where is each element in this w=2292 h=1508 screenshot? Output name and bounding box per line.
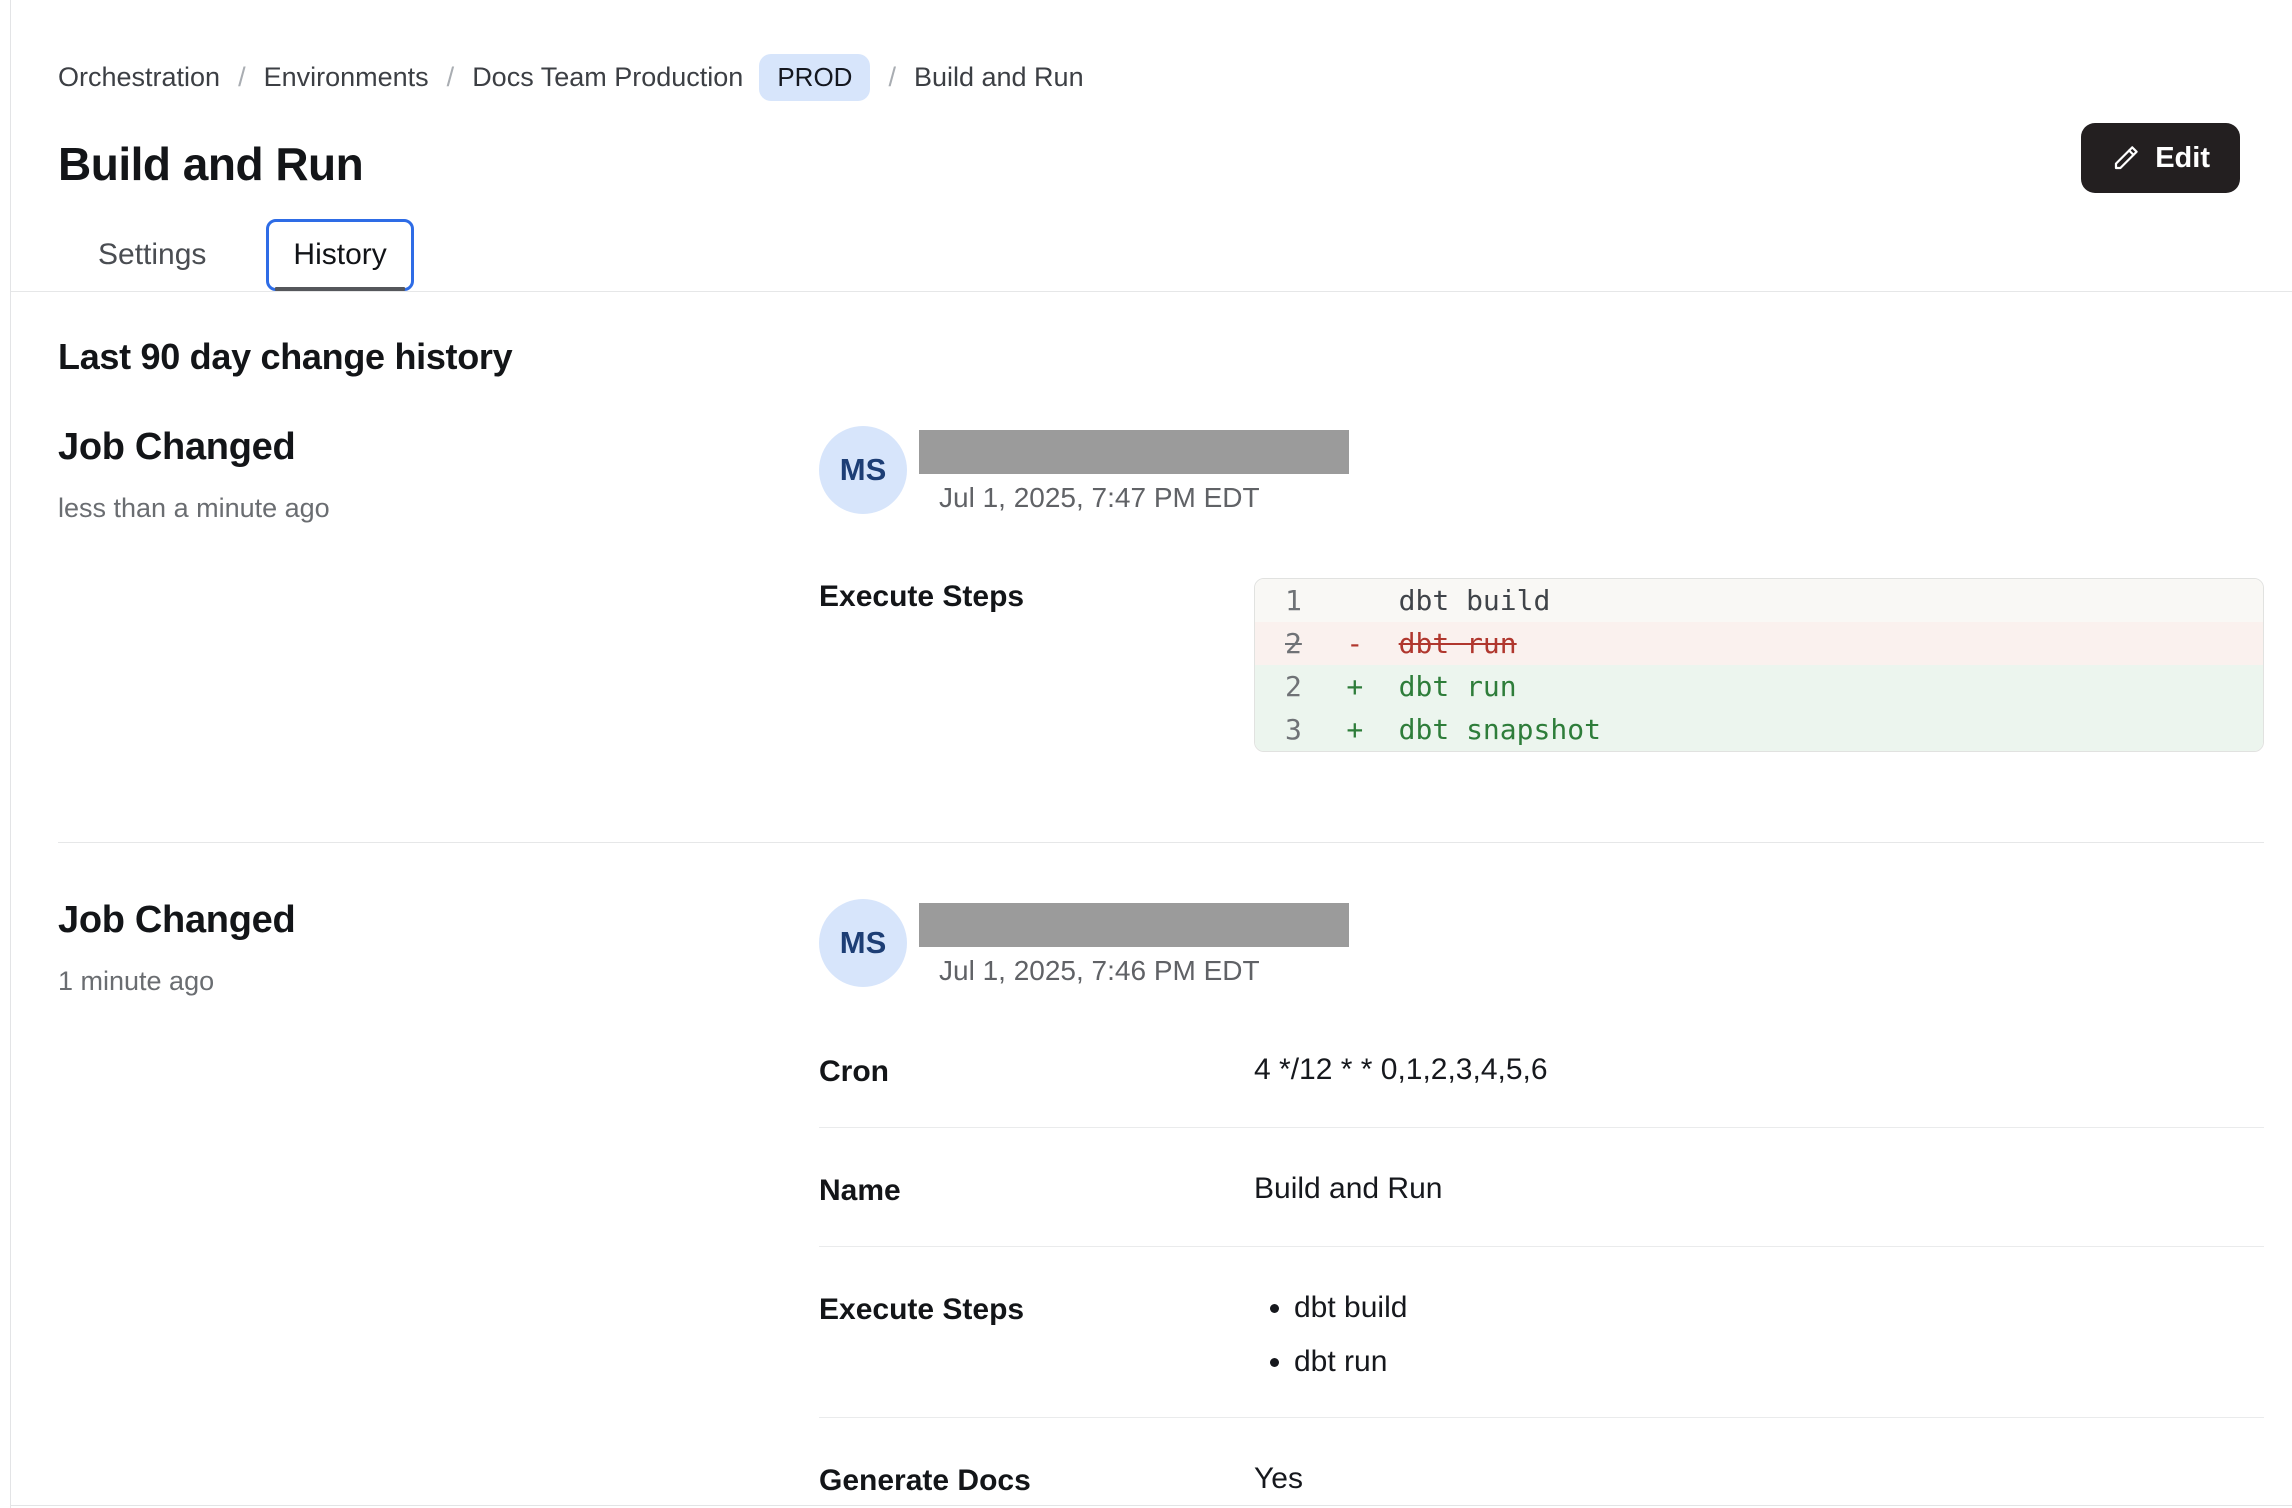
diff-text: dbt run bbox=[1399, 670, 1517, 703]
diff-sign: + bbox=[1346, 708, 1398, 751]
diff-sign: - bbox=[1346, 622, 1398, 665]
page: Orchestration / Environments / Docs Team… bbox=[10, 0, 2292, 1508]
field-label: Cron bbox=[819, 1053, 1254, 1089]
diff-line-added: 3 +dbt snapshot bbox=[1255, 708, 2263, 751]
field-execute-steps: Execute Steps 1 dbt build 2 -dbt run bbox=[819, 578, 2264, 752]
breadcrumb-link-environment-name[interactable]: Docs Team Production bbox=[472, 62, 743, 93]
breadcrumb-separator: / bbox=[888, 62, 896, 93]
entry-timestamp: Jul 1, 2025, 7:46 PM EDT bbox=[939, 955, 1349, 987]
tab-bar: Settings History bbox=[58, 219, 2264, 291]
diff-line-number: 3 bbox=[1285, 708, 1320, 751]
page-title: Build and Run bbox=[58, 137, 2264, 191]
tab-settings[interactable]: Settings bbox=[74, 222, 230, 288]
redacted-user-name bbox=[919, 903, 1349, 947]
history-entry: Job Changed 1 minute ago MS Jul 1, 2025,… bbox=[58, 899, 2264, 1508]
tab-history[interactable]: History bbox=[266, 219, 413, 291]
diff-sign: + bbox=[1346, 665, 1398, 708]
edit-button-label: Edit bbox=[2155, 142, 2210, 175]
breadcrumb: Orchestration / Environments / Docs Team… bbox=[58, 0, 2264, 101]
environment-badge: PROD bbox=[759, 54, 870, 101]
breadcrumb-link-orchestration[interactable]: Orchestration bbox=[58, 62, 220, 93]
entry-summary: Job Changed less than a minute ago bbox=[58, 426, 819, 752]
entry-event-title: Job Changed bbox=[58, 899, 819, 942]
field-value: 4 */12 * * 0,1,2,3,4,5,6 bbox=[1254, 1053, 2264, 1089]
section-title: Last 90 day change history bbox=[58, 336, 2264, 378]
avatar: MS bbox=[819, 426, 907, 514]
title-row: Build and Run Edit bbox=[58, 137, 2264, 191]
breadcrumb-current: Build and Run bbox=[914, 62, 1084, 93]
entry-author: MS Jul 1, 2025, 7:47 PM EDT bbox=[819, 426, 2264, 514]
diff-line-number: 1 bbox=[1285, 579, 1320, 622]
diff-line-number: 2 bbox=[1285, 665, 1320, 708]
diff-text: dbt snapshot bbox=[1399, 713, 1601, 746]
execute-steps-diff: 1 dbt build 2 -dbt run 2 +dbt run bbox=[1254, 578, 2264, 752]
diff-text: dbt run bbox=[1399, 627, 1517, 660]
field-label: Name bbox=[819, 1172, 1254, 1208]
entry-timestamp: Jul 1, 2025, 7:47 PM EDT bbox=[939, 482, 1349, 514]
field-value: Build and Run bbox=[1254, 1172, 2264, 1208]
field-cron: Cron 4 */12 * * 0,1,2,3,4,5,6 bbox=[819, 1039, 2264, 1127]
execute-steps-list: dbt build dbt run bbox=[1254, 1291, 2264, 1379]
entry-details: MS Jul 1, 2025, 7:47 PM EDT Execute Step… bbox=[819, 426, 2264, 752]
avatar: MS bbox=[819, 899, 907, 987]
breadcrumb-separator: / bbox=[238, 62, 246, 93]
diff-line-unchanged: 1 dbt build bbox=[1255, 579, 2263, 622]
history-entry: Job Changed less than a minute ago MS Ju… bbox=[58, 426, 2264, 752]
field-value: Yes bbox=[1254, 1462, 2264, 1498]
entry-relative-time: 1 minute ago bbox=[58, 966, 819, 997]
diff-line-removed: 2 -dbt run bbox=[1255, 622, 2263, 665]
field-name: Name Build and Run bbox=[819, 1127, 2264, 1246]
diff-line-added: 2 +dbt run bbox=[1255, 665, 2263, 708]
diff-text: dbt build bbox=[1399, 584, 1551, 617]
tabs-divider bbox=[11, 291, 2292, 292]
pencil-icon bbox=[2111, 143, 2141, 173]
entry-event-title: Job Changed bbox=[58, 426, 819, 469]
field-execute-steps: Execute Steps dbt build dbt run bbox=[819, 1246, 2264, 1417]
entry-divider bbox=[58, 842, 2264, 843]
edit-button[interactable]: Edit bbox=[2081, 123, 2240, 193]
entry-author: MS Jul 1, 2025, 7:46 PM EDT bbox=[819, 899, 2264, 987]
entry-details: MS Jul 1, 2025, 7:46 PM EDT Cron 4 */12 … bbox=[819, 899, 2264, 1508]
field-label: Execute Steps bbox=[819, 1291, 1254, 1379]
bottom-divider bbox=[11, 1505, 2292, 1506]
breadcrumb-link-environments[interactable]: Environments bbox=[264, 62, 429, 93]
entry-relative-time: less than a minute ago bbox=[58, 493, 819, 524]
field-label: Execute Steps bbox=[819, 578, 1254, 752]
history-panel: Last 90 day change history Job Changed l… bbox=[11, 336, 2292, 1508]
field-label: Generate Docs bbox=[819, 1462, 1254, 1498]
redacted-user-name bbox=[919, 430, 1349, 474]
field-generate-docs: Generate Docs Yes bbox=[819, 1417, 2264, 1508]
entry-summary: Job Changed 1 minute ago bbox=[58, 899, 819, 1508]
execute-step-item: dbt build bbox=[1294, 1291, 2264, 1325]
diff-line-number: 2 bbox=[1285, 622, 1320, 665]
breadcrumb-separator: / bbox=[447, 62, 455, 93]
execute-step-item: dbt run bbox=[1294, 1345, 2264, 1379]
